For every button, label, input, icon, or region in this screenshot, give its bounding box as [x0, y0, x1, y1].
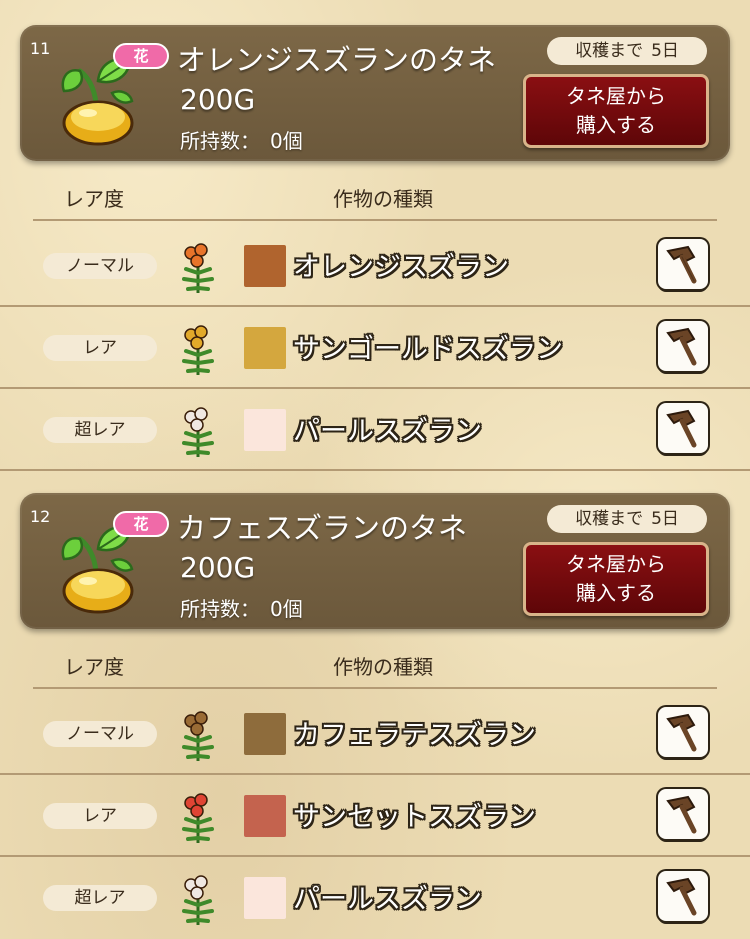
crop-color-swatch: [244, 877, 286, 919]
flower-tag-badge: 花: [113, 511, 169, 537]
hammer-button[interactable]: [658, 707, 708, 757]
crop-name: パールスズラン: [293, 884, 482, 915]
buy-button-line2: 購入する: [576, 113, 656, 137]
rarity-badge: ノーマル: [43, 253, 157, 279]
seed-price: 200G: [180, 83, 256, 116]
buy-button-line2: 購入する: [576, 581, 656, 605]
crop-name: サンゴールドスズラン: [293, 334, 563, 365]
seed-card: 11 花 オレンジスズランのタネ 200G 所持数： 0個 収穫まで 5日 タネ屋か…: [20, 25, 730, 161]
harvest-label: 収穫まで: [575, 41, 644, 61]
seed-card: 12 花 カフェスズランのタネ 200G 所持数： 0個 収穫まで 5日 タネ屋から…: [20, 493, 730, 629]
rarity-column-header: レア度: [64, 655, 124, 679]
flower-icon: [182, 243, 214, 293]
header-divider: [33, 219, 717, 221]
seed-price: 200G: [180, 551, 256, 584]
crop-row: レア サンゴールドスズラン: [0, 307, 750, 389]
rarity-badge: レア: [43, 803, 157, 829]
owned-value: 0個: [270, 129, 303, 153]
crop-row: 超レア パールスズラン: [0, 857, 750, 939]
column-headers: レア度 作物の種類: [0, 643, 750, 683]
buy-button-line1: タネ屋から: [566, 552, 666, 576]
hammer-button[interactable]: [658, 239, 708, 289]
flower-icon: [182, 325, 214, 375]
crop-row: ノーマル オレンジスズラン: [0, 225, 750, 307]
seed-name: オレンジスズランのタネ: [177, 43, 497, 77]
rarity-badge: 超レア: [43, 885, 157, 911]
crop-color-swatch: [244, 795, 286, 837]
buy-button-line1: タネ屋から: [566, 84, 666, 108]
crop-color-swatch: [244, 409, 286, 451]
hammer-icon: [666, 713, 697, 752]
column-headers: レア度 作物の種類: [0, 175, 750, 215]
hammer-button[interactable]: [658, 403, 708, 453]
flower-icon: [182, 711, 214, 761]
buy-from-seed-shop-button[interactable]: タネ屋から 購入する: [523, 74, 709, 148]
harvest-label: 収穫まで: [575, 509, 644, 529]
flower-icon: [182, 407, 214, 457]
crop-name: オレンジスズラン: [293, 252, 509, 283]
seed-number: 11: [30, 39, 51, 58]
crop-type-column-header: 作物の種類: [333, 187, 433, 211]
hammer-icon: [666, 795, 697, 834]
crop-name: パールスズラン: [293, 416, 482, 447]
harvest-time-pill: 収穫まで 5日: [547, 505, 707, 533]
owned-count: 所持数： 0個: [180, 593, 303, 622]
flower-icon: [182, 875, 214, 925]
seed-section: 12 花 カフェスズランのタネ 200G 所持数： 0個 収穫まで 5日 タネ屋から…: [0, 493, 750, 939]
hammer-button[interactable]: [658, 871, 708, 921]
harvest-time-pill: 収穫まで 5日: [547, 37, 707, 65]
owned-label: 所持数：: [180, 597, 260, 621]
hammer-icon: [666, 245, 697, 284]
rarity-badge: 超レア: [43, 417, 157, 443]
seed-section: 11 花 オレンジスズランのタネ 200G 所持数： 0個 収穫まで 5日 タネ屋か…: [0, 25, 750, 471]
flower-icon: [182, 793, 214, 843]
crop-color-swatch: [244, 713, 286, 755]
hammer-icon: [666, 409, 697, 448]
owned-value: 0個: [270, 597, 303, 621]
rarity-badge: ノーマル: [43, 721, 157, 747]
rarity-badge: レア: [43, 335, 157, 361]
hammer-button[interactable]: [658, 321, 708, 371]
rarity-column-header: レア度: [64, 187, 124, 211]
crop-row: 超レア パールスズラン: [0, 389, 750, 471]
hammer-button[interactable]: [658, 789, 708, 839]
seed-name: カフェスズランのタネ: [177, 511, 468, 545]
harvest-days: 5日: [651, 41, 679, 61]
hammer-icon: [666, 327, 697, 366]
crop-row: レア サンセットスズラン: [0, 775, 750, 857]
crop-row: ノーマル カフェラテスズラン: [0, 693, 750, 775]
harvest-days: 5日: [651, 509, 679, 529]
crop-type-column-header: 作物の種類: [333, 655, 433, 679]
row-divider: [0, 469, 750, 471]
crop-color-swatch: [244, 245, 286, 287]
buy-from-seed-shop-button[interactable]: タネ屋から 購入する: [523, 542, 709, 616]
seed-number: 12: [30, 507, 51, 526]
header-divider: [33, 687, 717, 689]
crop-name: サンセットスズラン: [293, 802, 536, 833]
crop-name: カフェラテスズラン: [293, 720, 536, 751]
flower-tag-badge: 花: [113, 43, 169, 69]
crop-color-swatch: [244, 327, 286, 369]
owned-count: 所持数： 0個: [180, 125, 303, 154]
owned-label: 所持数：: [180, 129, 260, 153]
hammer-icon: [666, 877, 697, 916]
